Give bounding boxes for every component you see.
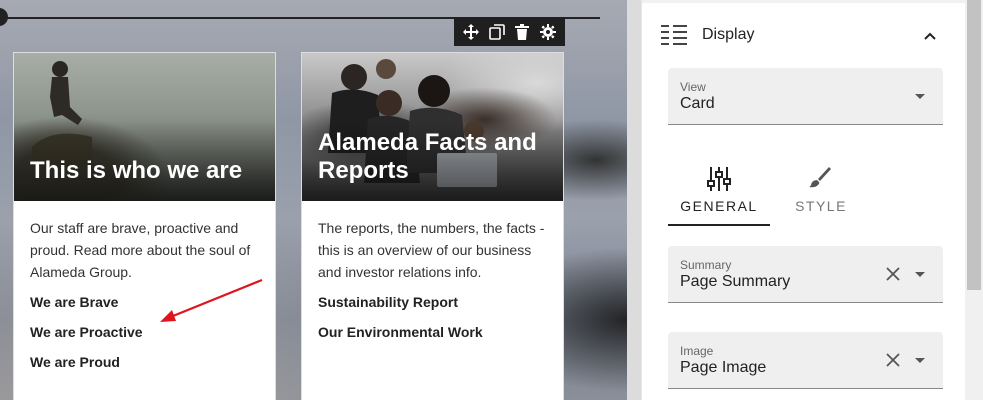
section-title: Display [702, 26, 755, 43]
dropdown-arrow-icon[interactable] [915, 358, 925, 363]
card-image: This is who we are [14, 53, 275, 201]
panel-gutter [627, 0, 641, 400]
gear-icon[interactable] [537, 21, 559, 43]
move-icon[interactable] [460, 21, 482, 43]
dropdown-arrow-icon[interactable] [915, 272, 925, 277]
person-silhouette [32, 61, 92, 167]
sliders-icon [707, 167, 731, 191]
field-value: Card [680, 95, 715, 112]
card-description: Our staff are brave, proactive and proud… [30, 220, 251, 280]
card-description: The reports, the numbers, the facts - th… [318, 220, 545, 280]
card-title: This is who we are [30, 157, 243, 184]
annotation-arrow [160, 278, 263, 322]
block-toolbar [454, 17, 565, 46]
clear-icon[interactable] [885, 266, 901, 282]
list-layout-icon [661, 25, 687, 45]
field-value: Page Summary [680, 273, 791, 290]
view-select[interactable]: View Card [668, 68, 943, 125]
field-label: View [680, 80, 706, 94]
field-label: Image [680, 344, 714, 358]
tab-label: GENERAL [680, 198, 758, 214]
card-image: Alameda Facts and Reports [302, 53, 563, 201]
panel-scrollbar[interactable] [965, 0, 983, 400]
trash-icon[interactable] [511, 21, 533, 43]
summary-select[interactable]: Summary Page Summary [668, 246, 943, 303]
display-section-header[interactable]: Display [642, 16, 966, 56]
field-label: Summary [680, 258, 732, 272]
tab-style[interactable]: STYLE [770, 160, 872, 226]
dropdown-arrow-icon[interactable] [915, 94, 925, 99]
card-facts-reports: Alameda Facts and Reports The reports, t… [301, 52, 564, 400]
drag-handle[interactable] [0, 8, 8, 26]
card-title: Alameda Facts and Reports [318, 129, 537, 184]
tab-label: STYLE [795, 198, 847, 214]
settings-panel: Display View Card GENERAL STYLE Summary … [641, 0, 966, 400]
tab-general[interactable]: GENERAL [668, 160, 770, 226]
panel-divider [642, 0, 966, 3]
chevron-up-icon[interactable] [922, 28, 938, 44]
image-select[interactable]: Image Page Image [668, 332, 943, 389]
card-link[interactable]: We are Proud [30, 352, 259, 373]
settings-tabs: GENERAL STYLE [668, 160, 943, 226]
field-value: Page Image [680, 359, 767, 376]
clear-icon[interactable] [885, 352, 901, 368]
card-who-we-are: This is who we are Our staff are brave, … [13, 52, 276, 400]
scrollbar-thumb[interactable] [967, 0, 981, 290]
copy-icon[interactable] [486, 21, 508, 43]
card-link[interactable]: Sustainability Report [318, 292, 547, 313]
brush-icon [809, 167, 831, 188]
card-link[interactable]: Our Environmental Work [318, 322, 547, 343]
page-canvas: This is who we are Our staff are brave, … [0, 0, 627, 400]
